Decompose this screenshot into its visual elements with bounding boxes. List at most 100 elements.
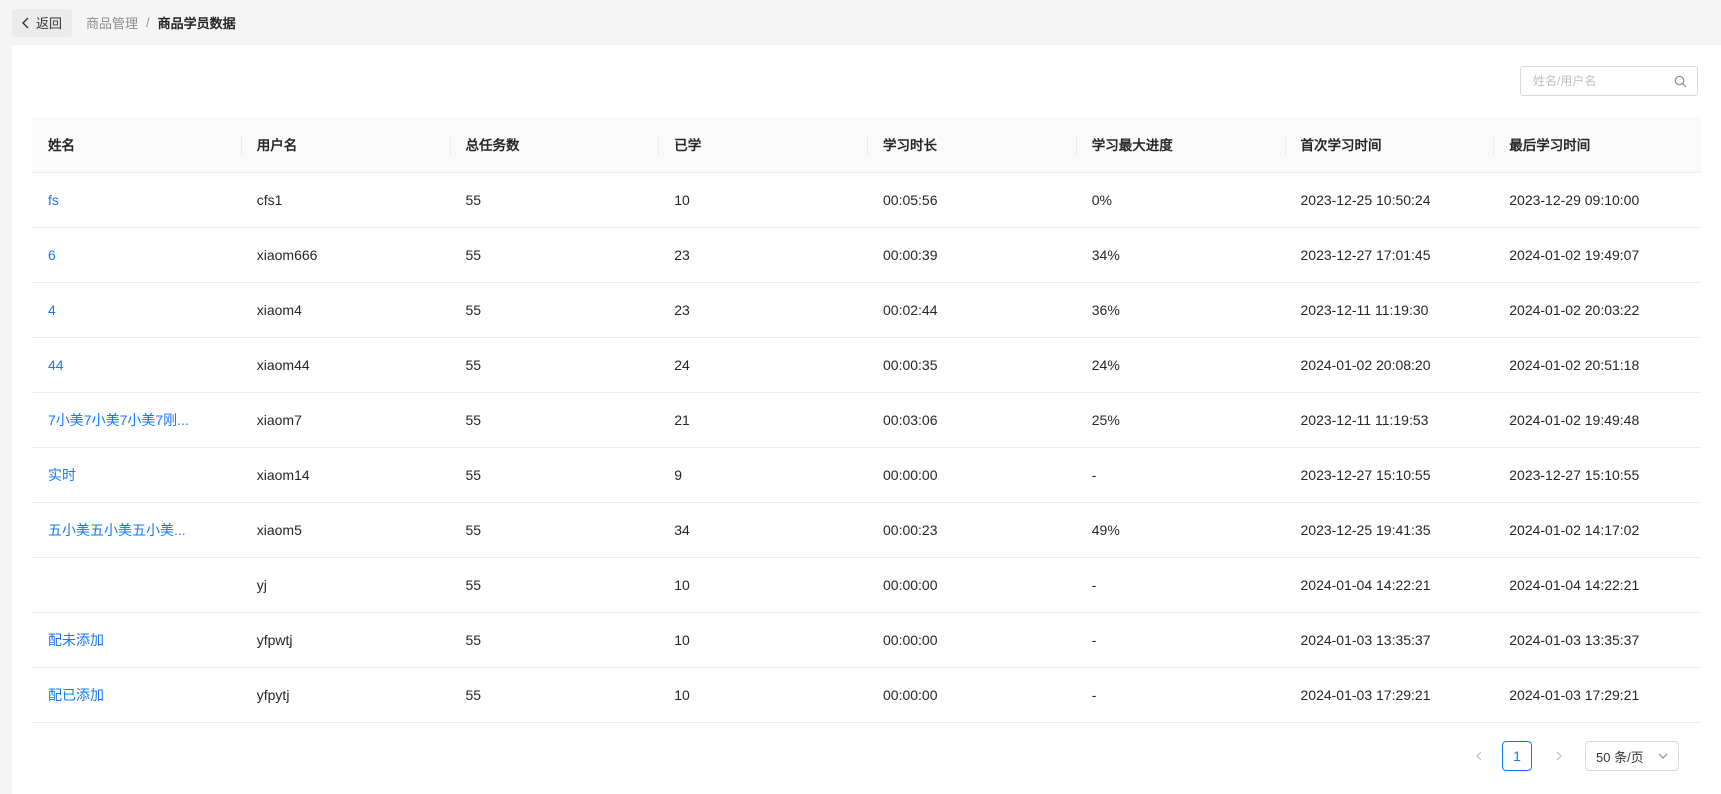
cell-duration: 00:00:00	[867, 447, 1076, 503]
cell-total-tasks: 55	[449, 337, 659, 393]
cell-name[interactable]: 配未添加	[32, 612, 241, 668]
cell-username: yj	[240, 557, 450, 613]
cell-username: yfpytj	[240, 667, 450, 723]
cell-last-time: 2024-01-02 20:03:22	[1493, 282, 1701, 338]
cell-username: xiaom5	[240, 502, 450, 558]
cell-max-progress: 36%	[1075, 282, 1285, 338]
pagination: 1 50 条/页	[12, 741, 1721, 773]
cell-username: cfs1	[240, 172, 450, 228]
cell-max-progress: 0%	[1075, 172, 1285, 228]
page-size-select[interactable]: 50 条/页	[1585, 741, 1679, 771]
page-size-label: 50 条/页	[1596, 749, 1644, 765]
cell-username: xiaom666	[240, 227, 450, 283]
col-header-duration: 学习时长	[867, 117, 1076, 173]
cell-name[interactable]: 实时	[32, 447, 241, 503]
search-icon[interactable]	[1674, 75, 1687, 88]
table-row[interactable]: 实时 xiaom14 55 9 00:00:00-2023-12-27 15:10:55…	[32, 447, 1701, 503]
cell-last-time: 2023-12-27 15:10:55	[1493, 447, 1701, 503]
back-button[interactable]: 返回	[12, 8, 73, 37]
cell-learned: 23	[658, 282, 867, 338]
cell-learned: 10	[658, 612, 867, 668]
top-bar: 返回 商品管理 / 商品学员数据	[0, 0, 1721, 45]
cell-max-progress: 34%	[1075, 227, 1285, 283]
cell-max-progress: 25%	[1075, 392, 1285, 448]
cell-max-progress: -	[1075, 667, 1285, 723]
cell-total-tasks: 55	[449, 282, 659, 338]
cell-last-time: 2024-01-04 14:22:21	[1493, 557, 1701, 613]
cell-duration: 00:03:06	[867, 392, 1076, 448]
cell-duration: 00:00:00	[867, 612, 1076, 668]
col-header-username: 用户名	[240, 117, 450, 173]
cell-total-tasks: 55	[449, 227, 659, 283]
cell-total-tasks: 55	[449, 557, 659, 613]
col-header-name: 姓名	[32, 117, 241, 173]
page-number-button[interactable]: 1	[1502, 741, 1532, 771]
table-row[interactable]: 44 xiaom44 55 24 00:00:35 24% 2024-01-02 20:08…	[32, 337, 1701, 393]
table-row[interactable]: 7小美7小美7小美7刚... xiaom7 55 21 00:03:06 25% 2023-…	[32, 392, 1701, 448]
table-row[interactable]: 五小美五小美五小美... xiaom5 55 34 00:00:23 49% 2023-12…	[32, 502, 1701, 558]
cell-last-time: 2024-01-02 14:17:02	[1493, 502, 1701, 558]
table-row[interactable]: 配已添加 yfpytj 55 10 00:00:00-2024-01-03 17:29:…	[32, 667, 1701, 723]
breadcrumb-separator: /	[146, 15, 150, 30]
cell-duration: 00:00:00	[867, 557, 1076, 613]
cell-duration: 00:02:44	[867, 282, 1076, 338]
cell-first-time: 2024-01-02 20:08:20	[1284, 337, 1494, 393]
cell-username: xiaom7	[240, 392, 450, 448]
cell-total-tasks: 55	[449, 502, 659, 558]
cell-last-time: 2024-01-02 19:49:48	[1493, 392, 1701, 448]
cell-total-tasks: 55	[449, 172, 659, 228]
search-input[interactable]	[1531, 73, 1675, 89]
cell-duration: 00:00:00	[867, 667, 1076, 723]
cell-max-progress: 49%	[1075, 502, 1285, 558]
cell-duration: 00:00:39	[867, 227, 1076, 283]
cell-name[interactable]: 4	[32, 282, 241, 338]
col-header-max-progress: 学习最大进度	[1075, 117, 1285, 173]
table-row[interactable]: 配未添加 yfpwtj 55 10 00:00:00-2024-01-03 13:35:…	[32, 612, 1701, 668]
cell-name[interactable]: 44	[32, 337, 241, 393]
prev-page-icon[interactable]	[1472, 749, 1486, 763]
cell-total-tasks: 55	[449, 392, 659, 448]
breadcrumb-parent[interactable]: 商品管理	[86, 13, 138, 32]
cell-name[interactable]: 7小美7小美7小美7刚...	[32, 392, 241, 448]
table-row[interactable]: yj 55 10 00:00:00-2024-01-04 14:22:21 2024-0…	[32, 557, 1701, 613]
back-label: 返回	[36, 16, 63, 31]
cell-first-time: 2023-12-27 15:10:55	[1284, 447, 1494, 503]
cell-first-time: 2023-12-11 11:19:30	[1284, 282, 1494, 338]
cell-first-time: 2023-12-11 11:19:53	[1284, 392, 1494, 448]
col-header-last-time: 最后学习时间	[1493, 117, 1701, 173]
cell-learned: 10	[658, 172, 867, 228]
cell-username: xiaom4	[240, 282, 450, 338]
table-row[interactable]: 4 xiaom4 55 23 00:02:44 36% 2023-12-11 11:19:3…	[32, 282, 1701, 338]
cell-name[interactable]: fs	[32, 172, 241, 228]
cell-last-time: 2024-01-03 13:35:37	[1493, 612, 1701, 668]
cell-first-time: 2024-01-03 13:35:37	[1284, 612, 1494, 668]
col-header-total-tasks: 总任务数	[449, 117, 659, 173]
cell-first-time: 2023-12-25 19:41:35	[1284, 502, 1494, 558]
cell-last-time: 2023-12-29 09:10:00	[1493, 172, 1701, 228]
next-page-icon[interactable]	[1552, 749, 1566, 763]
chevron-left-icon	[22, 17, 29, 28]
cell-learned: 23	[658, 227, 867, 283]
cell-name[interactable]	[32, 557, 241, 613]
cell-learned: 9	[658, 447, 867, 503]
cell-duration: 00:00:35	[867, 337, 1076, 393]
cell-last-time: 2024-01-02 19:49:07	[1493, 227, 1701, 283]
cell-name[interactable]: 6	[32, 227, 241, 283]
search-box[interactable]	[1520, 66, 1698, 96]
cell-total-tasks: 55	[449, 612, 659, 668]
cell-last-time: 2024-01-02 20:51:18	[1493, 337, 1701, 393]
cell-username: xiaom14	[240, 447, 450, 503]
cell-name[interactable]: 配已添加	[32, 667, 241, 723]
col-header-learned: 已学	[658, 117, 867, 173]
table-row[interactable]: fs cfs1 55 10 00:05:56 0% 2023-12-25 10:50:24 2…	[32, 172, 1701, 228]
cell-learned: 34	[658, 502, 867, 558]
cell-total-tasks: 55	[449, 447, 659, 503]
cell-learned: 21	[658, 392, 867, 448]
col-header-first-time: 首次学习时间	[1284, 117, 1494, 173]
cell-learned: 24	[658, 337, 867, 393]
cell-max-progress: -	[1075, 557, 1285, 613]
cell-name[interactable]: 五小美五小美五小美...	[32, 502, 241, 558]
main-card: 姓名 用户名 总任务数 已学 学习时长 学习最大进度 首次学习时间 最后学习时间…	[12, 45, 1721, 794]
cell-max-progress: -	[1075, 612, 1285, 668]
table-row[interactable]: 6 xiaom666 55 23 00:00:39 34% 2023-12-27 17:01…	[32, 227, 1701, 283]
